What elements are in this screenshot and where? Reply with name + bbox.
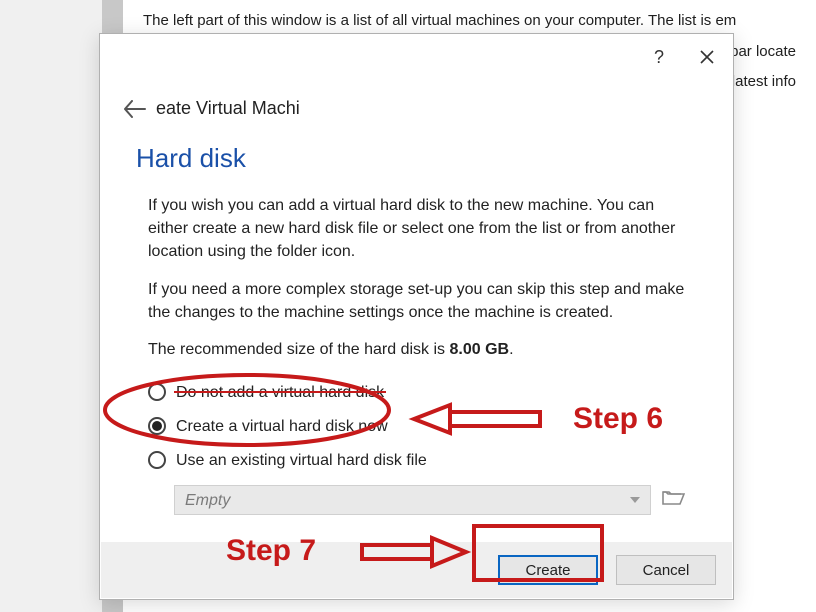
browse-folder-button[interactable] (661, 486, 685, 515)
existing-disk-row: Empty (148, 485, 685, 515)
recommended-size-line: The recommended size of the hard disk is… (148, 338, 685, 361)
option-label: Create a virtual hard disk now (176, 415, 388, 438)
dropdown-value: Empty (185, 489, 230, 512)
recommended-prefix: The recommended size of the hard disk is (148, 341, 449, 358)
intro-paragraph-1: If you wish you can add a virtual hard d… (148, 194, 685, 264)
hard-disk-options: Do not add a virtual hard disk Create a … (148, 375, 685, 515)
dialog-footer: Create Cancel (101, 542, 732, 598)
chevron-down-icon (630, 497, 640, 503)
intro-paragraph-2: If you need a more complex storage set-u… (148, 278, 685, 324)
page-heading: Hard disk (100, 119, 733, 184)
folder-open-icon (661, 486, 685, 508)
dialog-body: If you wish you can add a virtual hard d… (100, 184, 733, 515)
radio-icon (148, 417, 166, 435)
existing-disk-dropdown[interactable]: Empty (174, 485, 651, 515)
create-button[interactable]: Create (498, 555, 598, 585)
back-arrow-icon (124, 100, 146, 118)
breadcrumb[interactable]: eate Virtual Machi (100, 80, 733, 119)
close-button[interactable] (697, 47, 717, 67)
help-button[interactable]: ? (649, 47, 669, 67)
option-label: Use an existing virtual hard disk file (176, 449, 427, 472)
breadcrumb-label: eate Virtual Machi (156, 98, 300, 119)
option-use-existing-disk[interactable]: Use an existing virtual hard disk file (148, 443, 685, 477)
cancel-button[interactable]: Cancel (616, 555, 716, 585)
dialog-titlebar: ? (100, 34, 733, 80)
radio-icon (148, 383, 166, 401)
background-text-line: The left part of this window is a list o… (143, 10, 796, 33)
annotation-step-7-label: Step 7 (226, 534, 316, 568)
recommended-size-value: 8.00 GB (449, 341, 509, 358)
recommended-suffix: . (509, 341, 513, 358)
annotation-step-6-label: Step 6 (573, 402, 663, 436)
option-label: Do not add a virtual hard disk (176, 381, 384, 404)
close-icon (700, 50, 714, 64)
create-vm-dialog: ? eate Virtual Machi Hard disk If you wi… (99, 33, 734, 600)
radio-icon (148, 451, 166, 469)
